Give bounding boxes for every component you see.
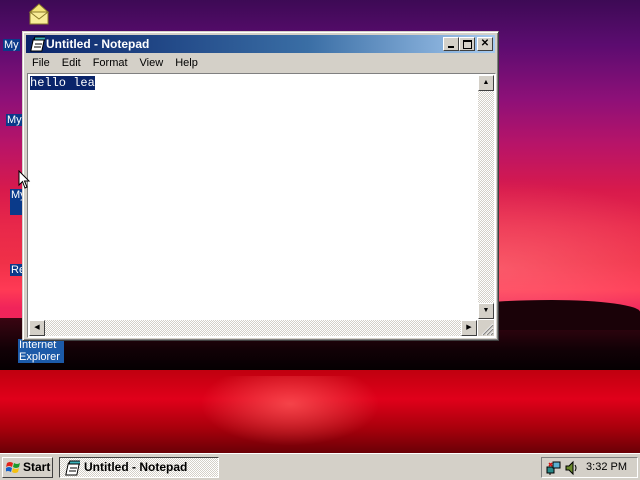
minimize-button[interactable] bbox=[443, 37, 459, 51]
text-content[interactable]: hello lea bbox=[30, 76, 475, 317]
notepad-window[interactable]: Untitled - Notepad ✕ File Edit Format View H… bbox=[22, 31, 499, 341]
arrow-left-icon: ◀ bbox=[34, 324, 40, 331]
notepad-icon bbox=[65, 460, 80, 476]
text-editor[interactable]: hello lea ▲ ▼ ◀ ▶ bbox=[27, 73, 496, 338]
maximize-button[interactable] bbox=[459, 37, 475, 51]
start-label: Start bbox=[23, 460, 51, 474]
vertical-scrollbar[interactable]: ▲ ▼ bbox=[478, 75, 494, 319]
close-button[interactable]: ✕ bbox=[477, 37, 493, 51]
desktop-icon-internet-explorer-label[interactable]: Internet Explorer bbox=[18, 339, 64, 363]
windows-logo-icon bbox=[6, 462, 20, 473]
scroll-left-button[interactable]: ◀ bbox=[29, 320, 45, 336]
wallpaper-sun-reflection bbox=[200, 376, 380, 446]
network-icon[interactable] bbox=[546, 460, 562, 476]
minimize-icon bbox=[448, 46, 454, 48]
title-bar[interactable]: Untitled - Notepad ✕ bbox=[26, 35, 495, 53]
scroll-down-button[interactable]: ▼ bbox=[478, 303, 494, 319]
scroll-right-button[interactable]: ▶ bbox=[461, 320, 477, 336]
taskbar-item-notepad[interactable]: Untitled - Notepad bbox=[59, 457, 219, 478]
selected-text[interactable]: hello lea bbox=[30, 76, 95, 90]
mouse-cursor-icon bbox=[18, 170, 31, 189]
taskbar: Start Untitled - Notepad 3:32 PM bbox=[0, 453, 640, 480]
menu-view[interactable]: View bbox=[134, 54, 170, 72]
window-title: Untitled - Notepad bbox=[46, 37, 150, 51]
taskbar-item-label: Untitled - Notepad bbox=[84, 460, 188, 474]
system-tray: 3:32 PM bbox=[541, 457, 638, 478]
arrow-up-icon: ▲ bbox=[482, 79, 490, 86]
notepad-icon bbox=[30, 36, 45, 52]
arrow-down-icon: ▼ bbox=[482, 307, 490, 314]
resize-grip-icon[interactable] bbox=[478, 320, 494, 336]
horizontal-scrollbar[interactable]: ◀ ▶ bbox=[29, 320, 477, 336]
desktop-icon-my-documents-label[interactable]: My bbox=[3, 39, 20, 51]
folder-icon[interactable] bbox=[28, 2, 50, 26]
menu-help[interactable]: Help bbox=[169, 54, 204, 72]
arrow-right-icon: ▶ bbox=[466, 324, 472, 331]
menu-format[interactable]: Format bbox=[87, 54, 134, 72]
volume-icon[interactable] bbox=[564, 460, 580, 476]
scroll-up-button[interactable]: ▲ bbox=[478, 75, 494, 91]
menu-bar: File Edit Format View Help bbox=[26, 54, 495, 72]
clock[interactable]: 3:32 PM bbox=[586, 458, 627, 477]
menu-file[interactable]: File bbox=[26, 54, 56, 72]
start-button[interactable]: Start bbox=[2, 457, 53, 478]
menu-edit[interactable]: Edit bbox=[56, 54, 87, 72]
maximize-icon bbox=[462, 40, 472, 49]
close-icon: ✕ bbox=[480, 38, 490, 49]
desktop-icon-my-computer-label[interactable]: My bbox=[6, 114, 23, 126]
